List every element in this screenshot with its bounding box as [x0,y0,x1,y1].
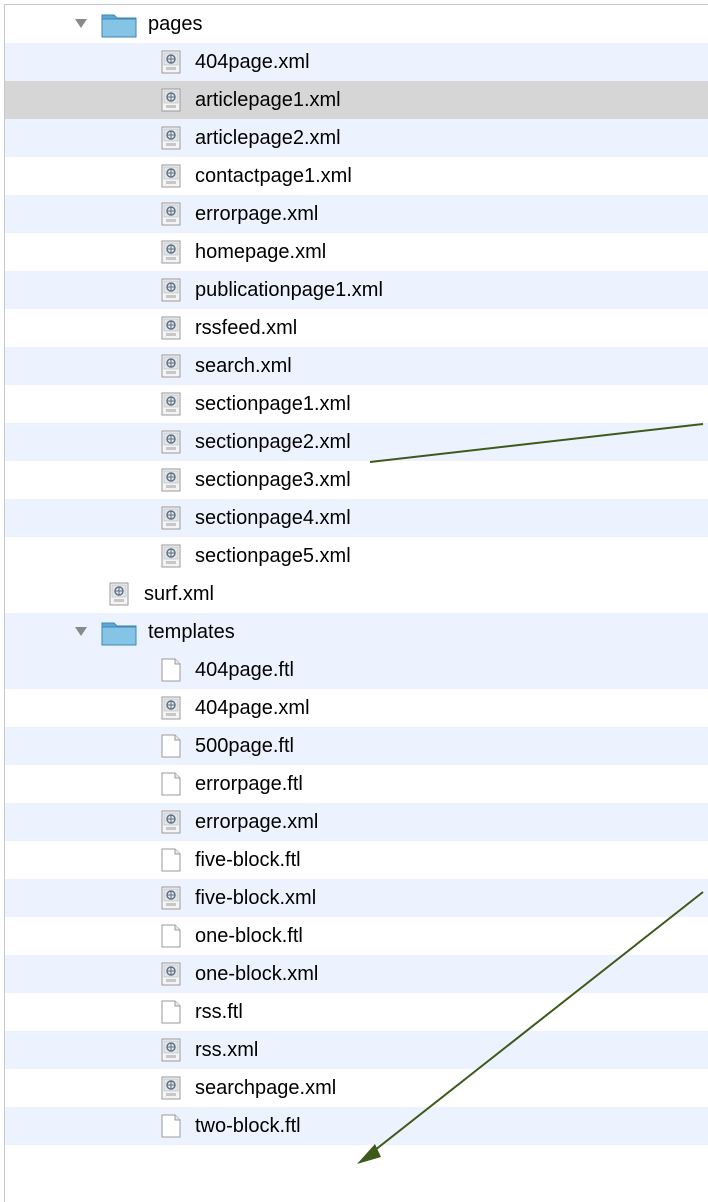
file-label: sectionpage2.xml [195,431,351,453]
file-row[interactable]: one-block.ftl [5,917,708,955]
file-label: 500page.ftl [195,735,294,757]
document-file-icon [161,772,181,796]
file-row[interactable]: five-block.ftl [5,841,708,879]
xml-file-icon [161,696,181,720]
file-label: sectionpage5.xml [195,545,351,567]
file-label: articlepage1.xml [195,89,341,111]
file-row[interactable]: sectionpage4.xml [5,499,708,537]
xml-file-icon [161,810,181,834]
document-file-icon [161,1000,181,1024]
xml-file-icon [161,430,181,454]
xml-file-icon [161,468,181,492]
file-row[interactable]: 404page.ftl [5,651,708,689]
disclosure-triangle-icon[interactable] [75,19,87,28]
file-label: searchpage.xml [195,1077,337,1099]
file-label: 404page.ftl [195,659,294,681]
file-row[interactable]: 404page.xml [5,689,708,727]
file-label: rss.ftl [195,1001,243,1023]
file-row[interactable]: search.xml [5,347,708,385]
folder-icon [101,618,137,646]
folder-row-templates[interactable]: templates [5,613,708,651]
file-label: surf.xml [144,583,214,605]
file-row[interactable]: publicationpage1.xml [5,271,708,309]
xml-file-icon [161,164,181,188]
xml-file-icon [161,278,181,302]
folder-row-pages[interactable]: pages [5,5,708,43]
file-label: search.xml [195,355,292,377]
xml-file-icon [161,392,181,416]
document-file-icon [161,658,181,682]
file-row[interactable]: contactpage1.xml [5,157,708,195]
file-label: rssfeed.xml [195,317,298,339]
xml-file-icon [161,886,181,910]
document-file-icon [161,1114,181,1138]
xml-file-icon [161,88,181,112]
file-label: five-block.ftl [195,849,301,871]
file-label: two-block.ftl [195,1115,301,1137]
xml-file-icon [109,582,129,606]
xml-file-icon [161,316,181,340]
file-row[interactable]: sectionpage5.xml [5,537,708,575]
folder-icon [101,10,137,38]
file-row[interactable]: 500page.ftl [5,727,708,765]
file-label: five-block.xml [195,887,317,909]
file-row[interactable]: rss.xml [5,1031,708,1069]
file-label: 404page.xml [195,51,310,73]
file-row[interactable]: rssfeed.xml [5,309,708,347]
file-label: errorpage.xml [195,811,319,833]
file-label: errorpage.xml [195,203,319,225]
document-file-icon [161,734,181,758]
xml-file-icon [161,126,181,150]
xml-file-icon [161,240,181,264]
file-label: publicationpage1.xml [195,279,383,301]
file-row[interactable]: 404page.xml [5,43,708,81]
file-row[interactable]: articlepage2.xml [5,119,708,157]
file-row[interactable]: errorpage.xml [5,195,708,233]
xml-file-icon [161,1076,181,1100]
folder-label-templates: templates [148,621,235,643]
file-row-surf-xml[interactable]: surf.xml [5,575,708,613]
disclosure-triangle-icon[interactable] [75,627,87,636]
file-label: sectionpage4.xml [195,507,351,529]
file-row[interactable]: homepage.xml [5,233,708,271]
file-row[interactable]: articlepage1.xml [5,81,708,119]
document-file-icon [161,848,181,872]
xml-file-icon [161,202,181,226]
file-row[interactable]: two-block.ftl [5,1107,708,1145]
xml-file-icon [161,544,181,568]
file-row[interactable]: five-block.xml [5,879,708,917]
file-label: 404page.xml [195,697,310,719]
file-row[interactable]: sectionpage3.xml [5,461,708,499]
xml-file-icon [161,354,181,378]
file-label: contactpage1.xml [195,165,352,187]
file-label: one-block.xml [195,963,319,985]
file-row[interactable]: errorpage.xml [5,803,708,841]
file-label: articlepage2.xml [195,127,341,149]
xml-file-icon [161,962,181,986]
file-label: errorpage.ftl [195,773,303,795]
file-label: homepage.xml [195,241,327,263]
file-row[interactable]: sectionpage2.xml [5,423,708,461]
document-file-icon [161,924,181,948]
file-row[interactable]: sectionpage1.xml [5,385,708,423]
xml-file-icon [161,1038,181,1062]
file-row[interactable]: one-block.xml [5,955,708,993]
xml-file-icon [161,506,181,530]
file-label: sectionpage3.xml [195,469,351,491]
file-row[interactable]: errorpage.ftl [5,765,708,803]
file-label: sectionpage1.xml [195,393,351,415]
file-row[interactable]: rss.ftl [5,993,708,1031]
folder-label-pages: pages [148,13,203,35]
xml-file-icon [161,50,181,74]
file-label: rss.xml [195,1039,259,1061]
file-label: one-block.ftl [195,925,303,947]
file-tree-panel: pages 404page.xml articlepage1.xml article… [4,4,708,1202]
file-row[interactable]: searchpage.xml [5,1069,708,1107]
